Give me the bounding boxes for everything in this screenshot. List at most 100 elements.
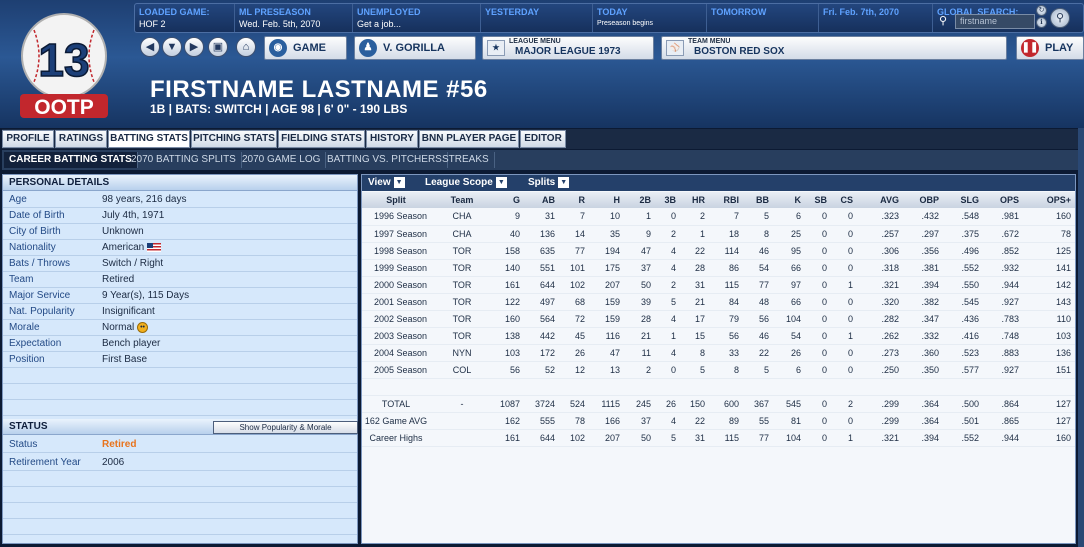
job-status-cell[interactable]: UNEMPLOYED Get a job... [353, 4, 481, 32]
today-cell[interactable]: TODAY Preseason begins [593, 4, 707, 32]
table-cell: 4 [655, 412, 680, 430]
manager-menu-button[interactable]: ♟ V. GORILLA [354, 36, 476, 60]
column-header[interactable]: AB [524, 192, 559, 208]
column-header[interactable]: OPS [983, 192, 1023, 208]
yesterday-cell[interactable]: YESTERDAY [481, 4, 593, 32]
league-menu-button[interactable]: ★ LEAGUE MENU MAJOR LEAGUE 1973 [482, 36, 654, 60]
league-scope-label: League Scope [425, 177, 493, 188]
table-cell: 52 [524, 361, 559, 379]
table-row[interactable]: 1999 Season TOR 140 551 101 175 37 4 28 86 54 66 0 0.… [362, 259, 1075, 277]
play-icon: ❚❚ [1021, 39, 1039, 57]
manager-person-icon: ♟ [359, 39, 377, 57]
navigation-row: ◀ ▼ ▶ ▣ ⌂ ◉ GAME ♟ V. GORILLA ★ LEAGUE M… [134, 34, 1084, 66]
table-cell: NYN [434, 344, 494, 362]
table-row[interactable]: 2005 Season COL 56 52 12 13 2 0 5 8 5 6 0 0.250.350.5… [362, 361, 1075, 379]
table-cell: 141 [1023, 259, 1075, 277]
tab-profile[interactable]: PROFILE [2, 130, 54, 148]
totals-row[interactable]: 162 Game AVG 162 555 78 166 37 4 22 89 55 81 0 0.299… [362, 412, 1075, 430]
column-header[interactable]: OBP [903, 192, 943, 208]
tab-fielding-stats[interactable]: FIELDING STATS [278, 130, 365, 148]
subtab-batting-splits[interactable]: 2070 BATTING SPLITS [126, 152, 242, 168]
column-header[interactable]: H [589, 192, 624, 208]
table-cell: .364 [903, 395, 943, 413]
table-cell: 0 [831, 259, 857, 277]
table-row[interactable]: 2003 Season TOR 138 442 45 116 21 1 15 56 46 54 0 1.2… [362, 327, 1075, 345]
table-cell: 95 [773, 242, 805, 260]
table-cell: 14 [559, 225, 589, 243]
column-header[interactable]: HR [680, 192, 709, 208]
column-header[interactable]: Team [434, 192, 494, 208]
table-row[interactable]: 2000 Season TOR 161 644 102 207 50 2 31 115 77 97 0 1… [362, 276, 1075, 294]
table-cell: 48 [743, 293, 773, 311]
loaded-game-cell[interactable]: LOADED GAME: HOF 2 [135, 4, 235, 32]
table-cell: 45 [559, 327, 589, 345]
global-search-input[interactable]: firstname [955, 14, 1035, 29]
table-cell: 142 [1023, 276, 1075, 294]
play-button[interactable]: ❚❚ PLAY [1016, 36, 1084, 60]
column-header[interactable]: CS [831, 192, 857, 208]
home-icon[interactable]: ⌂ [236, 37, 256, 57]
table-cell: 77 [743, 276, 773, 294]
tab-batting-stats[interactable]: BATTING STATS [108, 130, 190, 148]
table-row[interactable]: 1996 Season CHA 9 31 7 10 1 0 2 7 5 6 0 0.323.432.548… [362, 208, 1075, 226]
table-row[interactable]: 2002 Season TOR 160 564 72 159 28 4 17 79 56 104 0 0.… [362, 310, 1075, 328]
table-cell: 161 [494, 429, 524, 447]
save-disk-icon[interactable]: ▣ [208, 37, 228, 57]
column-header[interactable]: RBI [709, 192, 743, 208]
tab-ratings[interactable]: RATINGS [55, 130, 107, 148]
future-date-cell[interactable]: Fri. Feb. 7th, 2070 [819, 4, 933, 32]
tab-pitching-stats[interactable]: PITCHING STATS [191, 130, 277, 148]
table-cell: .432 [903, 208, 943, 226]
splits-dropdown[interactable]: Splits ▼ [528, 176, 570, 190]
dropdown-arrow-icon[interactable]: ▼ [162, 37, 182, 57]
table-row[interactable]: 2001 Season TOR 122 497 68 159 39 5 21 84 48 66 0 0.3… [362, 293, 1075, 311]
game-menu-button[interactable]: ◉ GAME [264, 36, 347, 60]
tab-bnn-player-page[interactable]: BNN PLAYER PAGE [419, 130, 519, 148]
info-small-icon[interactable]: ℹ [1036, 17, 1047, 28]
totals-row[interactable]: TOTAL -1087 3724 524 1115 245 26 150 600 367 545 0 2… [362, 395, 1075, 413]
table-cell: 207 [589, 429, 624, 447]
back-arrow-icon[interactable]: ◀ [140, 37, 160, 57]
sub-tabs: CAREER BATTING STATS 2070 BATTING SPLITS… [2, 150, 1078, 170]
column-header[interactable]: Split [362, 192, 434, 208]
app-window: 13 OOTP LOADED GAME: HOF 2 ML PRESEASON … [0, 0, 1084, 547]
manager-name-label: V. GORILLA [383, 42, 445, 54]
column-header[interactable]: R [559, 192, 589, 208]
team-menu-button[interactable]: ⚾ TEAM MENU BOSTON RED SOX [661, 36, 1007, 60]
subtab-batting-vs-pitchers[interactable]: BATTING VS. PITCHERS [322, 152, 448, 168]
forward-arrow-icon[interactable]: ▶ [184, 37, 204, 57]
table-cell: 110 [1023, 310, 1075, 328]
column-header[interactable]: AVG [857, 192, 903, 208]
table-cell: 1 [680, 225, 709, 243]
column-header[interactable]: SLG [943, 192, 983, 208]
table-row[interactable]: 2004 Season NYN 103 172 26 47 11 4 8 33 22 26 0 0.273… [362, 344, 1075, 362]
tab-history[interactable]: HISTORY [366, 130, 418, 148]
league-scope-dropdown[interactable]: League Scope ▼ [425, 176, 507, 190]
column-header[interactable]: SB [805, 192, 831, 208]
column-header[interactable]: OPS+ [1023, 192, 1075, 208]
column-header[interactable]: G [494, 192, 524, 208]
subtab-game-log[interactable]: 2070 GAME LOG [237, 152, 327, 168]
view-dropdown[interactable]: View ▼ [368, 176, 405, 190]
tomorrow-cell[interactable]: TOMORROW [707, 4, 819, 32]
tab-editor[interactable]: EDITOR [520, 130, 566, 148]
column-header[interactable]: 2B [624, 192, 655, 208]
totals-row[interactable]: Career Highs 161 644 102 207 50 5 31 115 77 104 0 1.… [362, 429, 1075, 447]
subtab-career-batting-stats[interactable]: CAREER BATTING STATS [4, 152, 138, 168]
search-icon[interactable]: ⚲ [939, 14, 947, 27]
table-row[interactable]: 1997 Season CHA 40 136 14 35 9 2 1 18 8 25 0 0.257.29… [362, 225, 1075, 243]
table-cell: .299 [857, 412, 903, 430]
column-header[interactable]: BB [743, 192, 773, 208]
detail-row-dob: Date of Birth July 4th, 1971 [3, 208, 357, 224]
table-cell: 143 [1023, 293, 1075, 311]
column-header[interactable]: 3B [655, 192, 680, 208]
subtab-streaks[interactable]: STREAKS [437, 152, 495, 168]
date-cell[interactable]: ML PRESEASON Wed. Feb. 5th, 2070 [235, 4, 353, 32]
global-search-button-icon[interactable]: ⚲ [1050, 8, 1070, 28]
column-header[interactable]: K [773, 192, 805, 208]
show-popularity-morale-button[interactable]: Show Popularity & Morale [213, 421, 358, 434]
detail-label: Expectation [9, 338, 62, 349]
table-row[interactable]: 1998 Season TOR 158 635 77 194 47 4 22 114 46 95 0 0.… [362, 242, 1075, 260]
settings-small-icon[interactable]: ↻ [1036, 5, 1047, 16]
table-cell: 8 [680, 344, 709, 362]
